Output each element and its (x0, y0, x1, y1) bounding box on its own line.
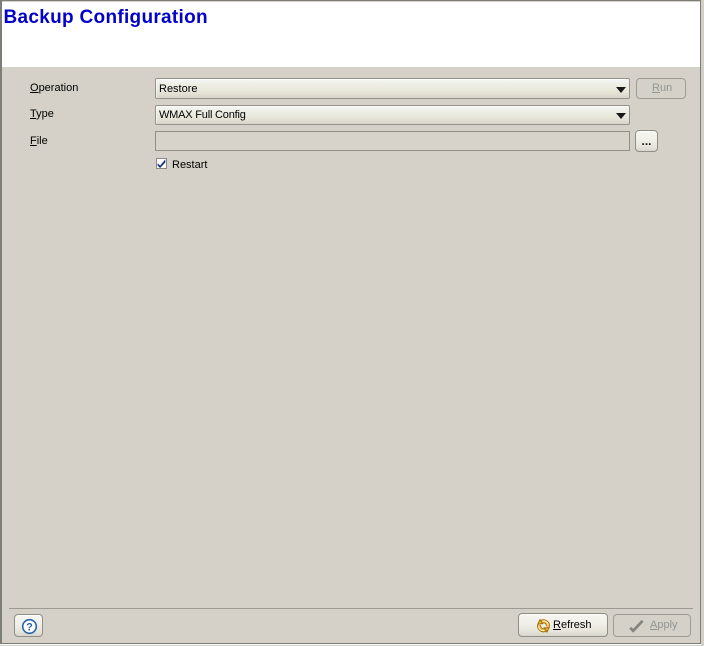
svg-text:?: ? (26, 622, 33, 634)
